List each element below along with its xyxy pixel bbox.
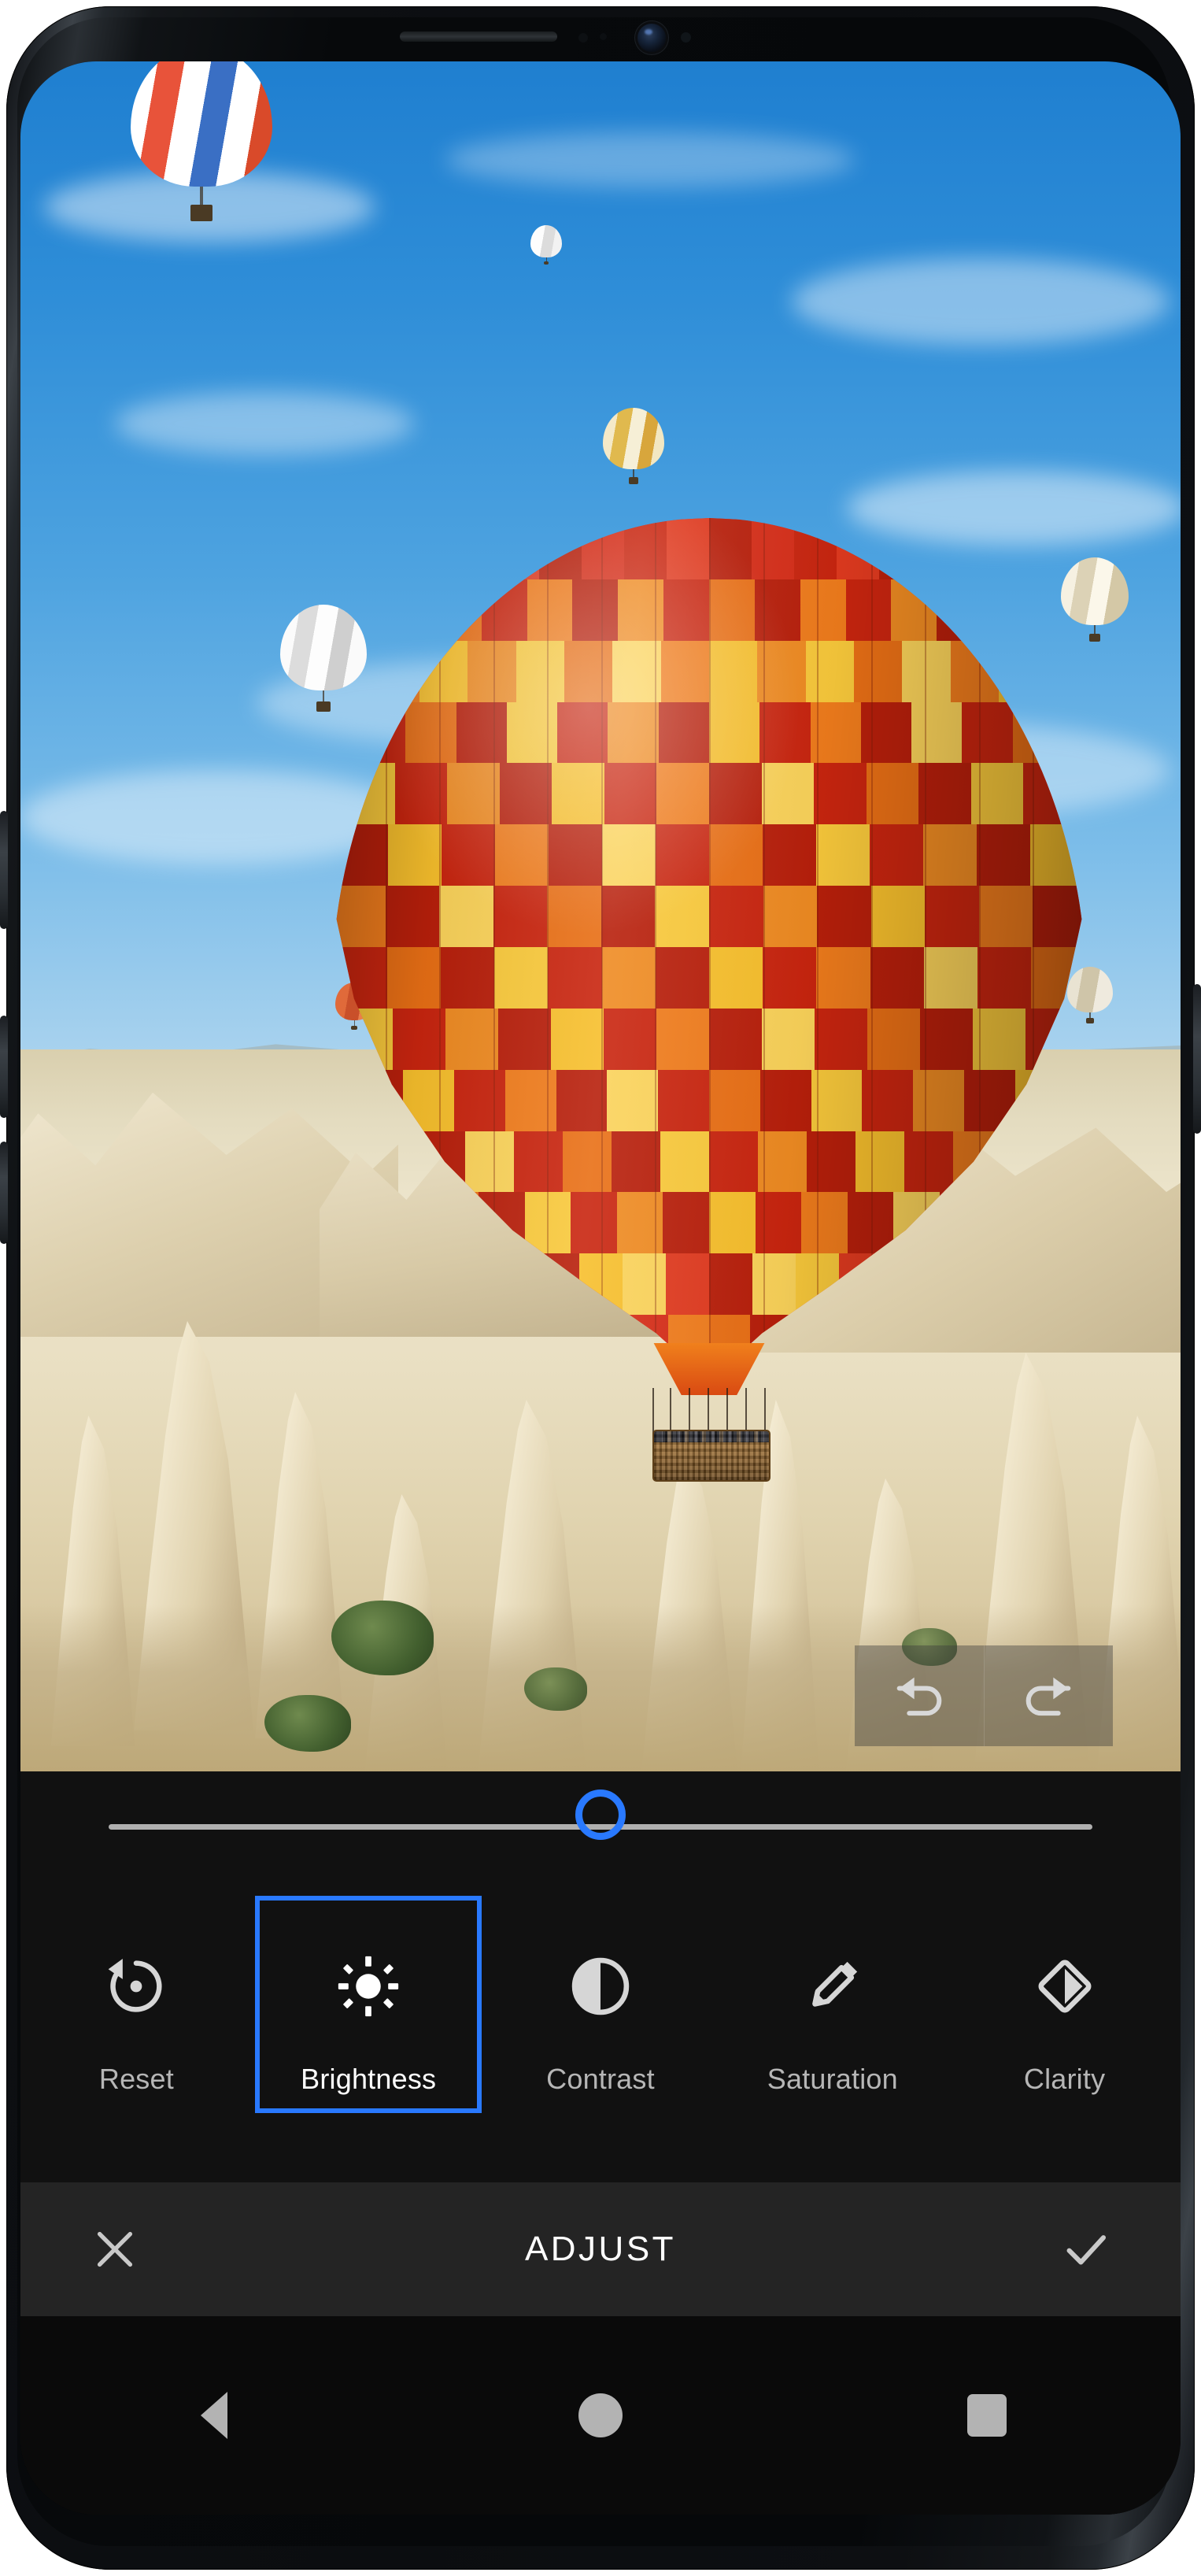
- close-icon: [97, 2231, 133, 2267]
- tool-contrast[interactable]: Contrast: [485, 1882, 717, 2141]
- undo-icon: [896, 1677, 942, 1716]
- cloud: [792, 258, 1170, 345]
- confirm-button[interactable]: [992, 2223, 1181, 2275]
- tool-icon-wrap: [20, 1927, 253, 2045]
- balloon-envelope: [331, 518, 1087, 1368]
- power-button[interactable]: [1193, 984, 1201, 1134]
- phone-device: Reset Brightness Contrast Saturation Cla…: [0, 0, 1201, 2576]
- bush: [524, 1667, 587, 1711]
- tool-selection-outline: [255, 1896, 482, 2113]
- volume-down-button[interactable]: [0, 1016, 8, 1118]
- tool-icon-wrap: [716, 1927, 948, 2045]
- cloud: [445, 132, 855, 187]
- main-hot-air-balloon: [331, 518, 1087, 1482]
- distant-balloon: [131, 61, 272, 227]
- android-navigation-bar: [20, 2316, 1181, 2515]
- editor-panel: Reset Brightness Contrast Saturation Cla…: [20, 1771, 1181, 2515]
- distant-balloon: [603, 408, 664, 487]
- bixby-button[interactable]: [0, 811, 8, 929]
- front-camera-icon: [637, 24, 666, 52]
- nav-back-button[interactable]: [20, 2392, 407, 2439]
- reset-icon: [109, 1959, 162, 2012]
- earpiece-speaker: [400, 31, 557, 42]
- check-icon: [1066, 2235, 1107, 2265]
- photo-canvas[interactable]: [20, 61, 1181, 1771]
- contrast-icon: [571, 1957, 630, 2015]
- nav-home-button[interactable]: [407, 2393, 793, 2437]
- redo-button[interactable]: [983, 1645, 1113, 1746]
- tool-clarity[interactable]: Clarity: [948, 1882, 1181, 2141]
- tool-brightness[interactable]: Brightness: [253, 1882, 485, 2141]
- undo-button[interactable]: [855, 1645, 984, 1746]
- tool-label: Contrast: [546, 2063, 655, 2095]
- distant-balloon: [530, 225, 562, 266]
- proximity-sensor-icon: [578, 33, 588, 43]
- adjust-tool-list: Reset Brightness Contrast Saturation Cla…: [20, 1882, 1181, 2141]
- back-triangle-icon: [200, 2392, 227, 2439]
- slider-thumb[interactable]: [575, 1790, 626, 1840]
- cancel-button[interactable]: [20, 2225, 209, 2274]
- home-circle-icon: [578, 2393, 623, 2437]
- bush: [264, 1695, 351, 1752]
- redo-icon: [1025, 1677, 1071, 1716]
- phone-screen: Reset Brightness Contrast Saturation Cla…: [20, 61, 1181, 2515]
- iris-scanner-icon: [681, 32, 691, 43]
- cloud: [115, 392, 414, 455]
- volume-up-button[interactable]: [0, 1142, 8, 1244]
- bush: [331, 1601, 434, 1675]
- image-overlay-buttons: [855, 1645, 1113, 1746]
- tool-label: Saturation: [767, 2063, 898, 2095]
- balloon-basket: [652, 1430, 770, 1482]
- tool-label: Clarity: [1023, 2063, 1106, 2095]
- tool-icon-wrap: [948, 1927, 1181, 2045]
- editor-bottom-bar: ADJUST: [20, 2182, 1181, 2316]
- recents-square-icon: [967, 2394, 1007, 2437]
- editor-mode-title: ADJUST: [524, 2230, 677, 2268]
- saturation-icon: [811, 1961, 857, 2007]
- tool-saturation[interactable]: Saturation: [716, 1882, 948, 2141]
- nav-recents-button[interactable]: [794, 2394, 1181, 2437]
- light-sensor-icon: [600, 33, 607, 40]
- tool-reset[interactable]: Reset: [20, 1882, 253, 2141]
- tool-label: Reset: [98, 2063, 174, 2095]
- clarity-icon: [1038, 1960, 1092, 2013]
- tool-icon-wrap: [485, 1927, 717, 2045]
